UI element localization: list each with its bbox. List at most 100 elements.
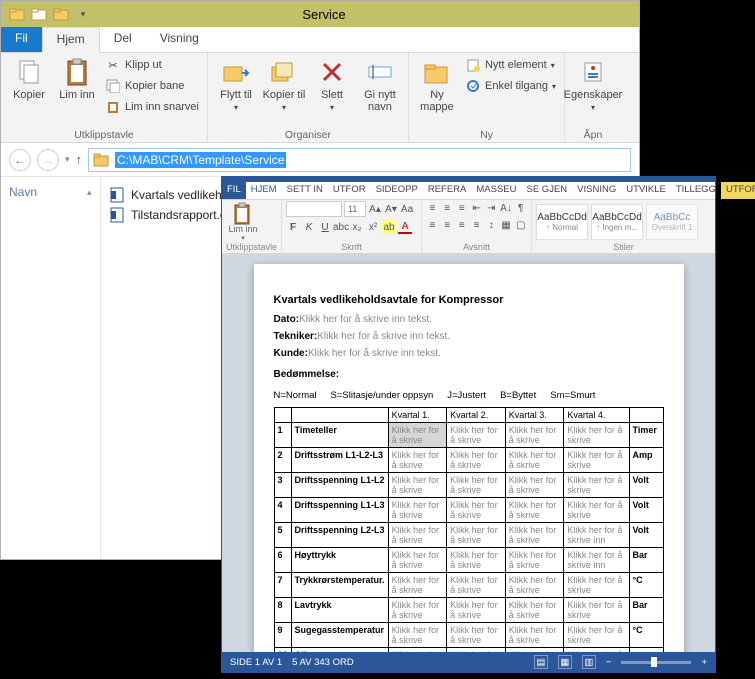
move-to-button[interactable]: Flytt til ▾ [214,55,258,114]
numbering-button[interactable]: ≡ [441,201,454,215]
up-button[interactable]: ↑ [76,152,83,167]
qat-dropdown-icon[interactable]: ▾ [75,6,91,22]
status-words[interactable]: 5 AV 343 ORD [292,657,354,668]
highlight-button[interactable]: ab [382,220,396,234]
cut-button[interactable]: ✂ Klipp ut [103,55,201,75]
word-tab-fil[interactable]: FIL [222,182,246,199]
forward-button[interactable]: → [37,149,59,171]
word-tab-masseu[interactable]: MASSEU [471,182,521,199]
line-spacing-button[interactable]: ↕ [485,218,498,232]
table-row[interactable]: 4Driftsspenning L1-L3Klikk her for å skr… [274,498,663,523]
table-row[interactable]: 1TimetellerKlikk her for å skriveKlikk h… [274,423,663,448]
word-paste-button[interactable]: Lim inn ▾ [226,202,260,242]
tab-visning[interactable]: Visning [146,27,213,52]
bullets-button[interactable]: ≡ [426,201,439,215]
easy-access-button[interactable]: Enkel tilgang ▾ [463,76,558,96]
show-marks-button[interactable]: ¶ [514,201,527,215]
grow-font-icon[interactable]: A▴ [368,202,382,216]
word-tab-utfor[interactable]: UTFOR [328,182,371,199]
print-layout-icon[interactable]: ▦ [558,655,572,669]
borders-button[interactable]: ▢ [514,218,527,232]
word-tab-segjen[interactable]: SE GJEN [522,182,573,199]
bold-button[interactable]: F [286,220,300,234]
word-tab-settinn[interactable]: SETT IN [282,182,328,199]
new-folder-button[interactable]: Ny mappe [415,55,459,115]
field-kunde[interactable]: Kunde:Klikk her for å skrive inn tekst. [274,348,664,359]
indent-right-button[interactable]: ⇥ [485,201,498,215]
word-tab-utforming[interactable]: UTFORMING [721,182,755,199]
indent-left-button[interactable]: ⇤ [470,201,483,215]
font-family-select[interactable] [286,201,342,217]
quick-access-toolbar: ▾ [1,6,99,22]
table-row[interactable]: 7Trykkrørstemperatur.Klikk her for å skr… [274,573,663,598]
address-path[interactable]: C:\MAB\CRM\Template\Service [115,152,286,168]
tab-del[interactable]: Del [100,27,146,52]
word-tab-utvikle[interactable]: UTVIKLE [621,182,671,199]
word-tab-refera[interactable]: REFERA [423,182,472,199]
style-nospacing[interactable]: AaBbCcDd ↑ Ingen m... [591,204,643,240]
word-tab-hjem[interactable]: HJEM [246,182,282,199]
multilevel-button[interactable]: ≡ [455,201,468,215]
underline-button[interactable]: U [318,220,332,234]
justify-button[interactable]: ≡ [470,218,483,232]
copy-path-button[interactable]: Kopier bane [103,76,201,96]
sidebar-header-navn[interactable]: Navn ▴ [9,185,92,203]
recent-dropdown[interactable]: ▾ [65,154,70,165]
folder-icon-2[interactable] [53,6,69,22]
ribbon-group-open: Egenskaper ▾ Åpn [565,53,621,142]
table-row[interactable]: 8LavtrykkKlikk her for å skriveKlikk her… [274,598,663,623]
delete-icon [317,57,347,87]
properties-button[interactable]: Egenskaper ▾ [571,55,615,114]
paste-shortcut-button[interactable]: Lim inn snarvei [103,97,201,117]
tab-fil[interactable]: Fil [1,27,42,52]
strike-button[interactable]: abc [334,220,348,234]
new-item-button[interactable]: Nytt element ▾ [463,55,558,75]
field-dato[interactable]: Dato:Klikk her for å skrive inn tekst. [274,314,664,325]
copy-to-button[interactable]: Kopier til ▾ [262,55,306,114]
align-center-button[interactable]: ≡ [441,218,454,232]
copy-button[interactable]: Kopier [7,55,51,103]
maintenance-table[interactable]: Kvartal 1. Kvartal 2. Kvartal 3. Kvartal… [274,407,664,652]
align-left-button[interactable]: ≡ [426,218,439,232]
back-button[interactable]: ← [9,149,31,171]
rename-button[interactable]: Gi nytt navn [358,55,402,115]
style-heading1[interactable]: AaBbCc Overskrift 1 [646,204,698,240]
table-row[interactable]: 3Driftsspenning L1-L2Klikk her for å skr… [274,473,663,498]
shading-button[interactable]: ▦ [500,218,513,232]
subscript-button[interactable]: x₂ [350,220,364,234]
word-group-font: 11 A▴ A▾ Aa F K U abc x₂ x² ab A Skrift [282,200,422,253]
table-row[interactable]: 2Driftsstrøm L1-L2-L3Klikk her for å skr… [274,448,663,473]
document-title: Kvartals vedlikeholdsavtale for Kompress… [274,294,664,306]
zoom-in-button[interactable]: + [701,657,707,668]
new-folder-icon[interactable] [31,6,47,22]
status-page[interactable]: SIDE 1 AV 1 [230,657,282,668]
word-tab-visning[interactable]: VISNING [572,182,621,199]
tab-hjem[interactable]: Hjem [42,27,100,53]
zoom-slider[interactable] [621,661,691,664]
word-document-area[interactable]: Kvartals vedlikeholdsavtale for Kompress… [222,254,715,652]
web-layout-icon[interactable]: ▥ [582,655,596,669]
new-item-icon [465,57,481,73]
sort-button[interactable]: A↓ [500,201,513,215]
table-row[interactable]: 9SugegasstemperaturKlikk her for å skriv… [274,623,663,648]
table-row[interactable]: 6HøyttrykkKlikk her for å skriveKlikk he… [274,548,663,573]
address-bar[interactable]: C:\MAB\CRM\Template\Service [88,148,631,172]
field-tekniker[interactable]: Tekniker:Klikk her for å skrive inn teks… [274,331,664,342]
italic-button[interactable]: K [302,220,316,234]
font-size-select[interactable]: 11 [344,201,366,217]
delete-button[interactable]: Slett ▾ [310,55,354,114]
word-tab-tillegg[interactable]: TILLEGG [671,182,721,199]
change-case-icon[interactable]: Aa [400,202,414,216]
style-normal[interactable]: AaBbCcDd ↑ Normal [536,204,588,240]
word-tab-sideopp[interactable]: SIDEOPP [371,182,423,199]
paste-button[interactable]: Lim inn [55,55,99,103]
explorer-titlebar: ▾ Service [1,1,639,27]
font-color-button[interactable]: A [398,220,412,234]
table-row[interactable]: 5Driftsspenning L2-L3Klikk her for å skr… [274,523,663,548]
shrink-font-icon[interactable]: A▾ [384,202,398,216]
document-page[interactable]: Kvartals vedlikeholdsavtale for Kompress… [254,264,684,652]
zoom-out-button[interactable]: − [606,657,612,668]
align-right-button[interactable]: ≡ [455,218,468,232]
read-mode-icon[interactable]: ▤ [534,655,548,669]
superscript-button[interactable]: x² [366,220,380,234]
